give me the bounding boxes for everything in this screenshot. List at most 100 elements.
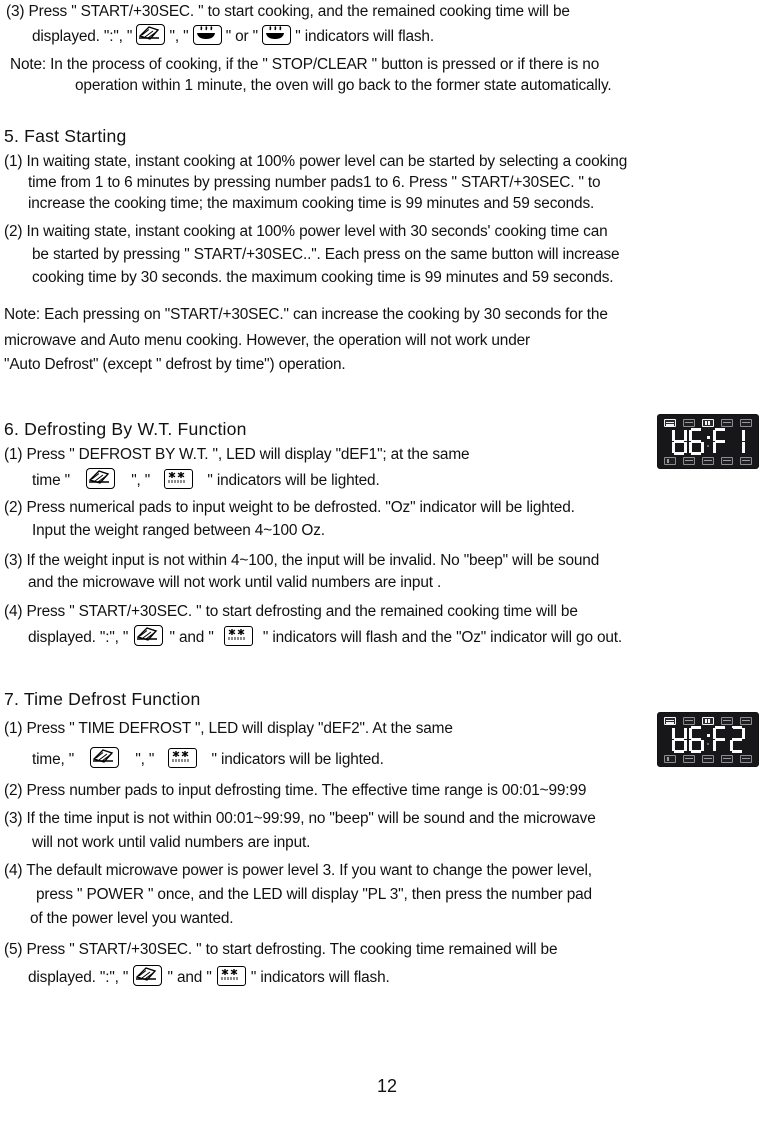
- section5-item2-line1: (2) In waiting state, instant cooking at…: [4, 223, 608, 240]
- led-digit-4: [729, 428, 745, 455]
- section5-item2-line3: cooking time by 30 seconds. the maximum …: [32, 269, 614, 286]
- section6-item1-line2: time " ", " " indicators will be lighted…: [32, 468, 380, 491]
- section7-item5-line1: (5) Press " START/+30SEC. " to start def…: [4, 941, 558, 958]
- section6-item2-line1: (2) Press numerical pads to input weight…: [4, 499, 575, 516]
- section6-item2-line2: Input the weight ranged between 4~100 Oz…: [32, 522, 325, 539]
- text-fragment: " or ": [225, 28, 258, 45]
- text-fragment: ", ": [169, 28, 189, 45]
- paragraph-prev-3-line1: (3) Press " START/+30SEC. " to start coo…: [6, 3, 570, 20]
- paragraph-prev-3-line2: displayed. ":", " ", " " or " " indicato…: [32, 24, 434, 47]
- indicator-grill-icon: [683, 418, 695, 427]
- led-digit-row: [662, 428, 754, 456]
- steam-bowl-icon-2: [262, 25, 292, 45]
- section5-note-line3: "Auto Defrost" (except " defrost by time…: [4, 356, 346, 373]
- led-digit-row: [662, 726, 754, 754]
- text-fragment: ", ": [135, 751, 155, 768]
- section5-item1-line2: time from 1 to 6 minutes by pressing num…: [28, 174, 601, 191]
- section7-item2: (2) Press number pads to input defrostin…: [4, 782, 587, 799]
- led-colon: [706, 428, 711, 455]
- text-fragment: " indicators will flash.: [250, 969, 390, 986]
- indicator-microwave-icon: [664, 716, 676, 725]
- microwave-plate-icon: [86, 468, 116, 489]
- indicator-combi-icon: [721, 418, 733, 427]
- section5-note-line1: Note: Each pressing on "START/+30SEC." c…: [4, 306, 608, 323]
- indicator-microwave-icon: [664, 418, 676, 427]
- indicator-combi-icon: [721, 716, 733, 725]
- led-bottom-indicator-row: [662, 754, 754, 763]
- text-fragment: time, ": [32, 751, 75, 768]
- section6-item4-line2: displayed. ":", " " and " " indicators w…: [28, 625, 622, 648]
- note-prev-line1: Note: In the process of cooking, if the …: [10, 56, 600, 73]
- led-colon: [706, 726, 711, 753]
- heading-section-5: 5. Fast Starting: [4, 126, 127, 146]
- led-digit-4: [729, 726, 745, 753]
- led-digit-2: [688, 428, 704, 455]
- section6-item4-line1: (4) Press " START/+30SEC. " to start def…: [4, 603, 578, 620]
- section7-item1-line2: time, " ", " " indicators will be lighte…: [32, 747, 384, 770]
- text-fragment: time ": [32, 472, 70, 489]
- indicator-lock-icon: [702, 754, 714, 763]
- indicator-clock-icon: [664, 456, 676, 465]
- snowflake-defrost-icon: [164, 469, 194, 489]
- led-display-def2: [657, 712, 759, 767]
- microwave-plate-icon: [136, 24, 166, 45]
- led-digit-1: [671, 428, 687, 455]
- section7-item4-line1: (4) The default microwave power is power…: [4, 862, 592, 879]
- text-fragment: ", ": [131, 472, 151, 489]
- led-bottom-indicator-row: [662, 456, 754, 465]
- section7-item3-line1: (3) If the time input is not within 00:0…: [4, 810, 596, 827]
- indicator-lock-icon: [702, 456, 714, 465]
- section5-item1-line3: increase the cooking time; the maximum c…: [28, 195, 595, 212]
- indicator-convection-icon: [702, 418, 714, 427]
- snowflake-defrost-icon: [168, 748, 198, 768]
- text-fragment: displayed. ":", ": [28, 629, 129, 646]
- text-fragment: " indicators will flash and the "Oz" ind…: [262, 629, 623, 646]
- section6-item3-line2: and the microwave will not work until va…: [28, 574, 442, 591]
- heading-section-6: 6. Defrosting By W.T. Function: [4, 419, 247, 439]
- indicator-weight-icon: [683, 456, 695, 465]
- led-digit-2: [688, 726, 704, 753]
- indicator-auto-icon: [740, 418, 752, 427]
- text-fragment: displayed. ":", ": [28, 969, 129, 986]
- microwave-plate-icon: [133, 965, 163, 986]
- indicator-timer-icon: [721, 754, 733, 763]
- section5-note-line2: microwave and Auto menu cooking. However…: [4, 332, 531, 349]
- led-display-def1: [657, 414, 759, 469]
- indicator-grill-icon: [683, 716, 695, 725]
- snowflake-defrost-icon: [216, 966, 246, 986]
- text-fragment: " and ": [169, 629, 214, 646]
- manual-page: (3) Press " START/+30SEC. " to start coo…: [0, 0, 774, 1125]
- section7-item3-line2: will not work until valid numbers are in…: [32, 834, 311, 851]
- page-number: 12: [376, 1076, 398, 1096]
- section5-item1-line1: (1) In waiting state, instant cooking at…: [4, 153, 628, 170]
- microwave-plate-icon: [134, 625, 164, 646]
- section7-item4-line3: of the power level you wanted.: [30, 910, 234, 927]
- indicator-weight-icon: [683, 754, 695, 763]
- indicator-clock-icon: [664, 754, 676, 763]
- microwave-plate-icon: [90, 747, 120, 768]
- steam-bowl-icon: [192, 25, 222, 45]
- section7-item1-line1: (1) Press " TIME DEFROST ", LED will dis…: [4, 720, 453, 737]
- led-digit-1: [671, 726, 687, 753]
- text-fragment: " indicators will be lighted.: [211, 751, 384, 768]
- indicator-timer-icon: [721, 456, 733, 465]
- indicator-auto-icon: [740, 716, 752, 725]
- led-digit-3: [712, 726, 728, 753]
- section6-item1-line1: (1) Press " DEFROST BY W.T. ", LED will …: [4, 446, 470, 463]
- indicator-convection-icon: [702, 716, 714, 725]
- led-digit-3: [712, 428, 728, 455]
- indicator-power-icon: [740, 456, 752, 465]
- led-top-indicator-row: [662, 716, 754, 725]
- text-fragment: " indicators will flash.: [295, 28, 434, 45]
- section6-item3-line1: (3) If the weight input is not within 4~…: [4, 552, 600, 569]
- section7-item4-line2: press " POWER " once, and the LED will d…: [36, 886, 592, 903]
- section7-item5-line2: displayed. ":", " " and " " indicators w…: [28, 965, 390, 988]
- snowflake-defrost-icon: [223, 626, 253, 646]
- note-prev-line2: operation within 1 minute, the oven will…: [75, 77, 612, 94]
- indicator-power-icon: [740, 754, 752, 763]
- text-fragment: displayed. ":", ": [32, 28, 133, 45]
- text-fragment: " indicators will be lighted.: [207, 472, 380, 489]
- text-fragment: " and ": [167, 969, 212, 986]
- heading-section-7: 7. Time Defrost Function: [4, 689, 201, 709]
- led-top-indicator-row: [662, 418, 754, 427]
